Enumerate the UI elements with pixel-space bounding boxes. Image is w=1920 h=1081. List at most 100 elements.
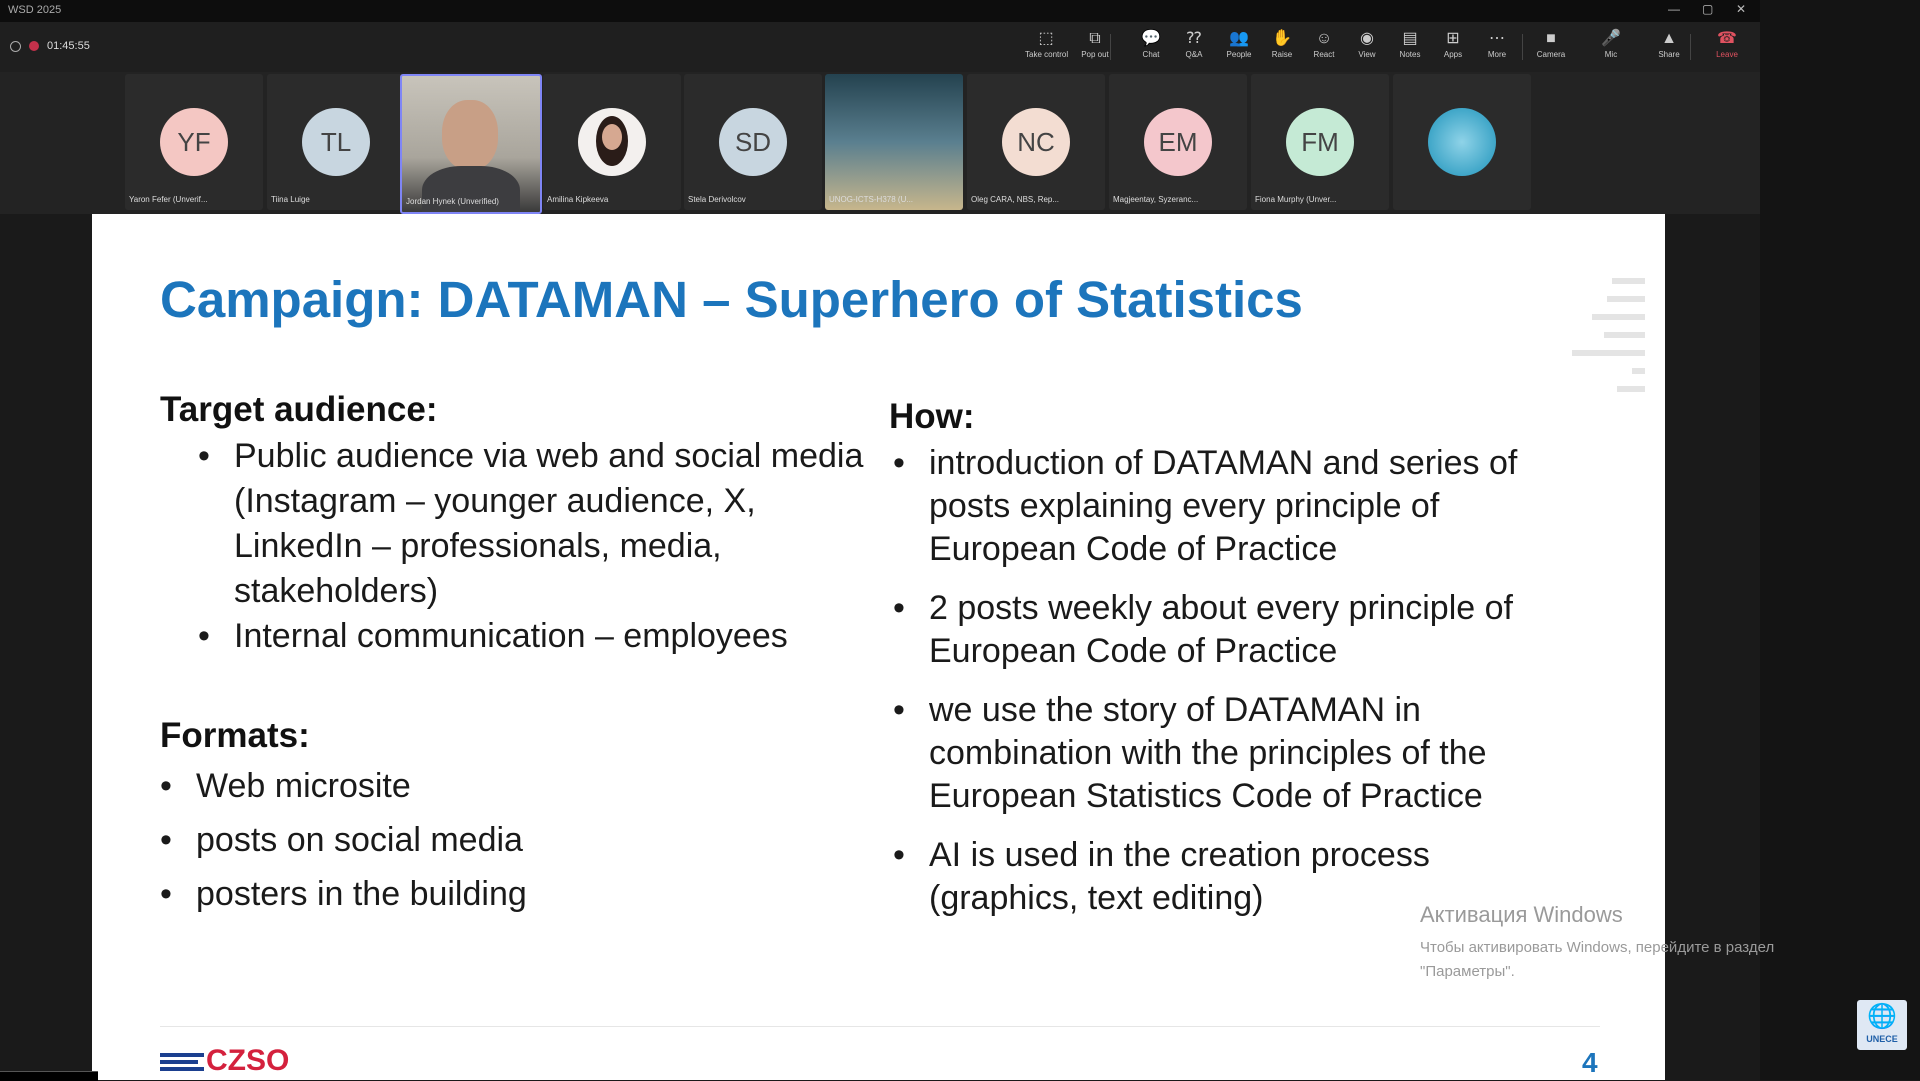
toolbar-separator: [1522, 34, 1523, 60]
camera-label: Camera: [1536, 50, 1566, 59]
slide-decoration: [1612, 278, 1645, 284]
mic-button[interactable]: 🎤 Mic: [1590, 30, 1632, 59]
share-icon: ▲: [1661, 30, 1677, 47]
camera-icon: ■: [1546, 30, 1556, 47]
toolbar-separator: [1690, 34, 1691, 60]
activation-line: Чтобы активировать Windows, перейдите в …: [1420, 939, 1775, 956]
react-button[interactable]: ☺ React: [1303, 30, 1345, 59]
raise-button[interactable]: ✋ Raise: [1261, 30, 1303, 59]
participant-name: Amilina Kipkeeva: [547, 195, 609, 204]
qa-label: Q&A: [1185, 50, 1203, 59]
participant-video-tile[interactable]: UNOG-ICTS-H378 (U...: [825, 74, 963, 210]
slide-decoration: [1604, 332, 1645, 338]
minimize-icon[interactable]: —: [1668, 2, 1680, 16]
participant-tile[interactable]: [1393, 74, 1531, 210]
react-label: React: [1313, 50, 1335, 59]
page-number: 4: [1582, 1047, 1598, 1078]
view-label: View: [1358, 50, 1376, 59]
take-control-button[interactable]: ⬚ Take control: [1025, 30, 1069, 59]
close-icon[interactable]: ✕: [1736, 2, 1746, 16]
list-item: posters in the building: [160, 872, 756, 917]
chat-button[interactable]: 💬 Chat: [1130, 30, 1172, 59]
participant-name: Magjeentay, Syzeranc...: [1113, 195, 1199, 204]
logo-bars: [160, 1050, 204, 1074]
take-control-icon: ⬚: [1038, 30, 1054, 47]
how-heading: How:: [889, 397, 975, 436]
notes-label: Notes: [1399, 50, 1421, 59]
leave-label: Leave: [1716, 50, 1738, 59]
notes-button[interactable]: ▤ Notes: [1389, 30, 1431, 59]
un-emblem-icon: 🌐: [1867, 1003, 1897, 1030]
participant-tile[interactable]: NC Oleg CARA, NBS, Rep...: [967, 74, 1105, 210]
notes-icon: ▤: [1402, 30, 1418, 47]
avatar: YF: [160, 108, 228, 176]
participant-tile[interactable]: SD Stela Derivolcov: [684, 74, 822, 210]
participant-name: Stela Derivolcov: [688, 195, 746, 204]
unece-label: UNECE: [1866, 1034, 1898, 1044]
apps-label: Apps: [1443, 50, 1463, 59]
leave-icon: ☎: [1717, 30, 1737, 47]
participant-tile[interactable]: Amilina Kipkeeva: [543, 74, 681, 210]
avatar: SD: [719, 108, 787, 176]
meeting-toolbar: 01:45:55 ⬚ Take control ⧉ Pop out 💬 Chat ⁇ Q&A 👥…: [0, 22, 1760, 72]
more-icon: ⋯: [1489, 30, 1505, 47]
qa-button[interactable]: ⁇ Q&A: [1173, 30, 1215, 59]
people-label: People: [1226, 50, 1252, 59]
camera-button[interactable]: ■ Camera: [1530, 30, 1572, 59]
more-label: More: [1487, 50, 1507, 59]
leave-button[interactable]: ☎ Leave: [1706, 30, 1748, 59]
app-name: WSD 2025: [8, 4, 62, 16]
participant-video-body: [422, 166, 520, 212]
participant-name: Jordan Hynek (Unverified): [406, 197, 499, 206]
avatar: TL: [302, 108, 370, 176]
window-titlebar: WSD 2025 — ▢ ✕: [0, 0, 1760, 22]
czso-logo: CZSO: [160, 1044, 289, 1078]
toolbar-separator: [1110, 34, 1111, 60]
raise-label: Raise: [1271, 50, 1293, 59]
windows-activation-watermark: Активация Windows Чтобы активировать Win…: [1420, 902, 1860, 984]
slide-decoration: [1592, 314, 1645, 320]
take-control-label: Take control: [1025, 50, 1069, 59]
view-button[interactable]: ◉ View: [1346, 30, 1388, 59]
participant-tile[interactable]: FM Fiona Murphy (Unver...: [1251, 74, 1389, 210]
view-icon: ◉: [1360, 30, 1374, 47]
share-button[interactable]: ▲ Share: [1648, 30, 1690, 59]
participant-name: Tiina Luige: [271, 195, 310, 204]
maximize-icon[interactable]: ▢: [1702, 2, 1713, 16]
participant-tile[interactable]: TL Tiina Luige: [267, 74, 405, 210]
people-icon: 👥: [1229, 30, 1249, 47]
mic-icon: 🎤: [1601, 30, 1621, 47]
status-icon: [10, 40, 21, 52]
recording-icon: [29, 41, 39, 51]
slide-decoration: [1607, 296, 1645, 302]
react-icon: ☺: [1315, 30, 1333, 47]
apps-button[interactable]: ⊞ Apps: [1432, 30, 1474, 59]
raise-icon: ✋: [1272, 30, 1292, 47]
formats-heading: Formats:: [160, 716, 310, 755]
list-item: introduction of DATAMAN and series of po…: [893, 442, 1579, 571]
people-button[interactable]: 👥 People: [1218, 30, 1260, 59]
recording-indicator: 01:45:55: [10, 40, 90, 52]
avatar-logo: [1428, 108, 1496, 176]
participant-video-tile[interactable]: Jordan Hynek (Unverified): [400, 74, 542, 214]
slide-decoration: [1572, 350, 1645, 356]
participant-name: Fiona Murphy (Unver...: [1255, 195, 1337, 204]
meeting-timer: 01:45:55: [47, 40, 90, 52]
list-item: Web microsite: [160, 764, 756, 809]
more-button[interactable]: ⋯ More: [1476, 30, 1518, 59]
slide-footer-line: [160, 1026, 1600, 1027]
activation-line: "Параметры".: [1420, 963, 1515, 980]
participant-strip: YF Yaron Fefer (Unverif... TL Tiina Luig…: [0, 72, 1760, 214]
list-item: Internal communication – employees: [198, 614, 874, 659]
participant-name: Yaron Fefer (Unverif...: [129, 195, 208, 204]
list-item: Public audience via web and social media…: [198, 434, 874, 614]
slide-title: Campaign: DATAMAN – Superhero of Statist…: [160, 271, 1303, 328]
participant-tile[interactable]: EM Magjeentay, Syzeranc...: [1109, 74, 1247, 210]
list-item: posts on social media: [160, 818, 756, 863]
activation-text: Чтобы активировать Windows, перейдите в …: [1420, 936, 1860, 984]
participant-name: Oleg CARA, NBS, Rep...: [971, 195, 1060, 204]
avatar: NC: [1002, 108, 1070, 176]
activation-title: Активация Windows: [1420, 902, 1623, 927]
unece-logo: 🌐 UNECE: [1857, 1000, 1907, 1050]
participant-tile[interactable]: YF Yaron Fefer (Unverif...: [125, 74, 263, 210]
